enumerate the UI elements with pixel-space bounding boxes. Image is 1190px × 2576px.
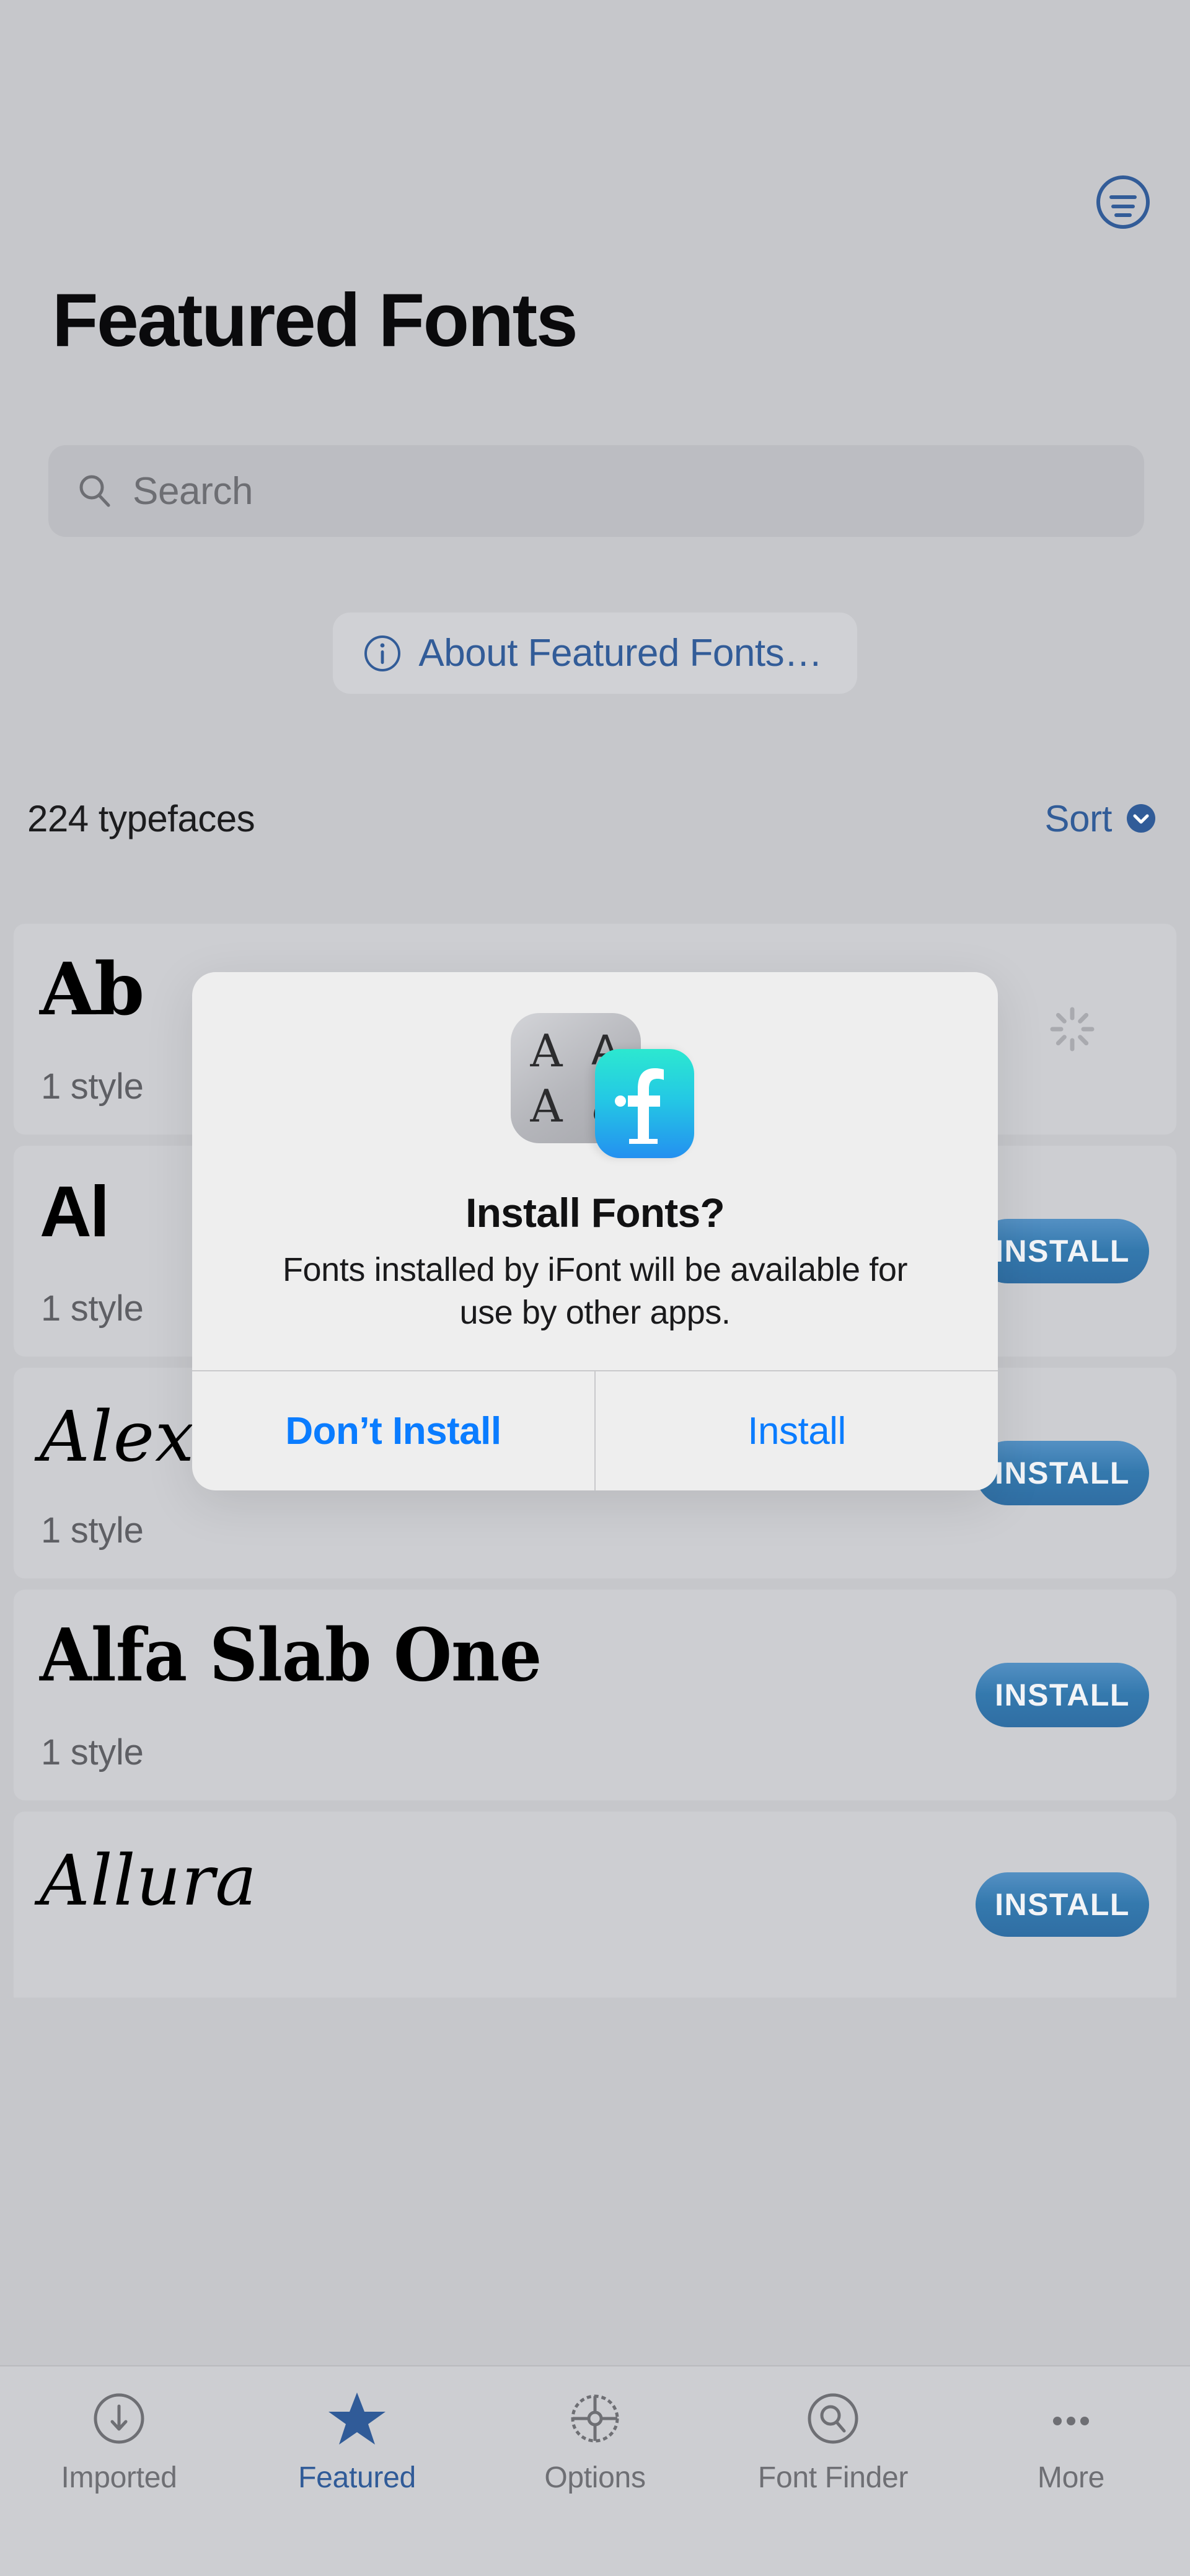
app-root: Featured Fonts Search About Featured Fon…	[0, 0, 1190, 2576]
install-confirm-button[interactable]: Install	[596, 1371, 998, 1490]
dialog-title: Install Fonts?	[465, 1190, 725, 1236]
dont-install-button[interactable]: Don’t Install	[192, 1371, 594, 1490]
install-fonts-dialog: AA Aa Install Fonts? Fonts installed by …	[192, 972, 998, 1491]
dialog-body: AA Aa Install Fonts? Fonts installed by …	[192, 972, 998, 1370]
alert-overlay: AA Aa Install Fonts? Fonts installed by …	[0, 0, 1190, 2576]
dialog-actions: Don’t Install Install	[192, 1370, 998, 1491]
dialog-app-icon: AA Aa	[502, 1013, 694, 1168]
ifont-f-icon	[595, 1049, 694, 1158]
dialog-message: Fonts installed by iFont will be availab…	[282, 1251, 908, 1332]
